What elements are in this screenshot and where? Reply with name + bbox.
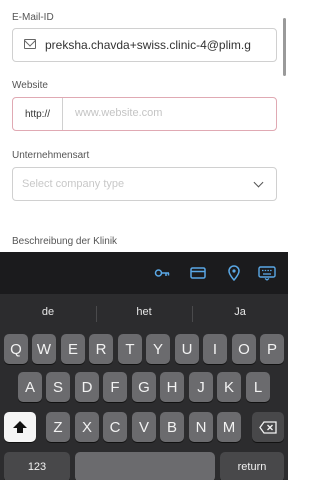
website-field[interactable]: http:// www.website.com xyxy=(12,97,277,131)
key-u[interactable]: U xyxy=(175,334,199,364)
location-pin-icon[interactable] xyxy=(226,265,242,281)
key-m[interactable]: M xyxy=(217,412,241,442)
url-prefix: http:// xyxy=(13,98,63,130)
key-q[interactable]: Q xyxy=(4,334,28,364)
email-label: E-Mail-ID xyxy=(12,12,54,23)
shift-arrow-icon xyxy=(13,421,27,433)
key-f[interactable]: F xyxy=(103,372,127,402)
key-c[interactable]: C xyxy=(103,412,127,442)
return-key[interactable]: return xyxy=(220,452,284,480)
key-i[interactable]: I xyxy=(203,334,227,364)
key-r[interactable]: R xyxy=(89,334,113,364)
suggestion-divider xyxy=(96,306,97,322)
key-l[interactable]: L xyxy=(246,372,270,402)
key-b[interactable]: B xyxy=(160,412,184,442)
key-x[interactable]: X xyxy=(75,412,99,442)
key-p[interactable]: P xyxy=(260,334,284,364)
suggestion-bar: de het Ja xyxy=(0,300,288,326)
email-field[interactable]: preksha.chavda+swiss.clinic-4@plim.g xyxy=(12,28,277,62)
key-k[interactable]: K xyxy=(217,372,241,402)
clinic-form: E-Mail-ID preksha.chavda+swiss.clinic-4@… xyxy=(0,0,288,252)
key-j[interactable]: J xyxy=(189,372,213,402)
shift-key[interactable] xyxy=(4,412,36,442)
keyboard-icon[interactable] xyxy=(258,265,276,281)
credit-card-icon[interactable] xyxy=(190,265,206,281)
key-icon[interactable] xyxy=(154,265,170,281)
suggestion-divider xyxy=(192,306,193,322)
numbers-key[interactable]: 123 xyxy=(4,452,70,480)
key-d[interactable]: D xyxy=(75,372,99,402)
key-o[interactable]: O xyxy=(232,334,256,364)
key-e[interactable]: E xyxy=(61,334,85,364)
key-w[interactable]: W xyxy=(32,334,56,364)
website-label: Website xyxy=(12,80,48,91)
suggestion-item[interactable]: het xyxy=(114,306,174,318)
key-v[interactable]: V xyxy=(132,412,156,442)
space-key[interactable] xyxy=(75,452,215,480)
website-input[interactable]: www.website.com xyxy=(75,107,162,119)
company-type-select[interactable]: Select company type xyxy=(12,167,277,201)
key-t[interactable]: T xyxy=(118,334,142,364)
suggestion-item[interactable]: de xyxy=(18,306,78,318)
suggestion-item[interactable]: Ja xyxy=(210,306,270,318)
ios-keyboard: de het Ja Q W E R T Y U I O P A S D F G … xyxy=(0,252,288,480)
company-type-placeholder: Select company type xyxy=(22,178,125,190)
key-y[interactable]: Y xyxy=(146,334,170,364)
company-type-label: Unternehmensart xyxy=(12,150,90,161)
chevron-down-icon xyxy=(253,177,264,188)
backspace-icon xyxy=(259,420,277,434)
key-n[interactable]: N xyxy=(189,412,213,442)
keyboard-toolbar xyxy=(0,252,288,294)
key-g[interactable]: G xyxy=(132,372,156,402)
key-h[interactable]: H xyxy=(160,372,184,402)
scrollbar[interactable] xyxy=(283,18,286,76)
email-value: preksha.chavda+swiss.clinic-4@plim.g xyxy=(45,38,251,52)
backspace-key[interactable] xyxy=(252,412,284,442)
key-z[interactable]: Z xyxy=(46,412,70,442)
description-label: Beschreibung der Klinik xyxy=(12,236,118,247)
key-a[interactable]: A xyxy=(18,372,42,402)
envelope-icon xyxy=(24,39,36,49)
key-s[interactable]: S xyxy=(46,372,70,402)
